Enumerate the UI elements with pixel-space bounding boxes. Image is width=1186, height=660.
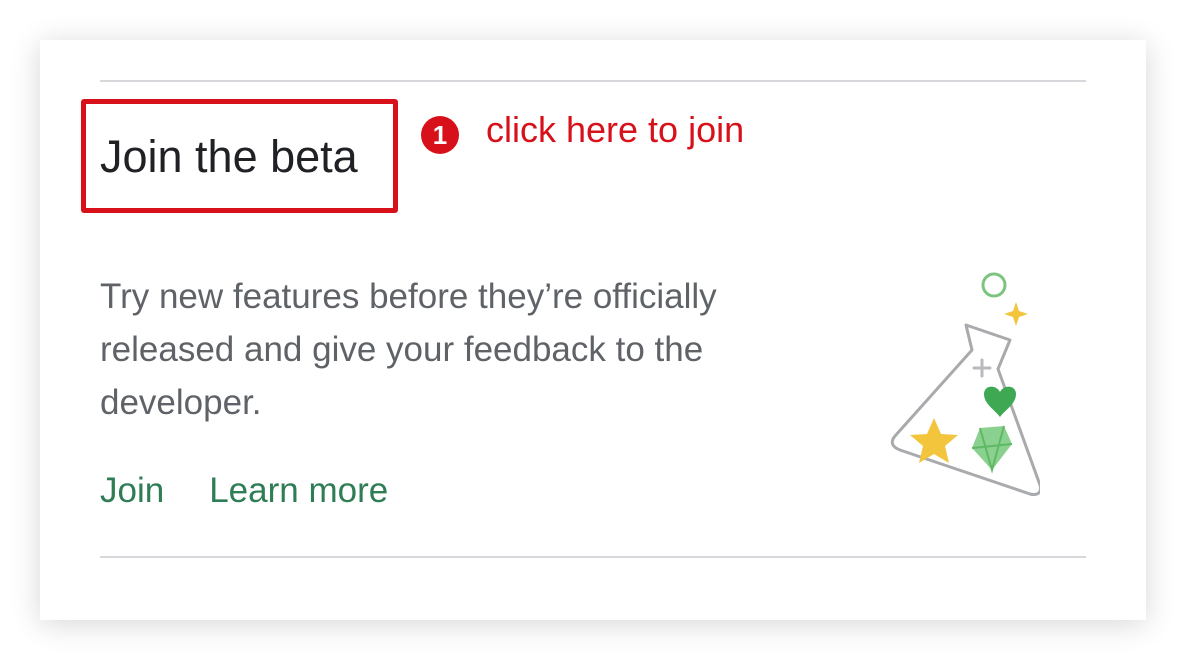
beta-actions: Join Learn more xyxy=(100,470,388,512)
join-link[interactable]: Join xyxy=(100,470,164,512)
heart-icon xyxy=(984,386,1016,417)
beta-title[interactable]: Join the beta xyxy=(100,130,358,184)
learn-more-link[interactable]: Learn more xyxy=(209,470,388,512)
beta-flask-icon xyxy=(890,272,1040,496)
plus-sparkle-icon xyxy=(972,358,992,378)
sparkle-icon xyxy=(1004,302,1028,326)
bubble-icon xyxy=(981,272,1007,298)
annotation-number-badge: 1 xyxy=(421,116,459,154)
bottom-divider xyxy=(100,556,1086,558)
flask-outline xyxy=(890,323,1040,496)
top-divider xyxy=(100,80,1086,82)
annotation-text: click here to join xyxy=(486,109,745,150)
beta-card: Join the beta 1 click here to join Try n… xyxy=(40,40,1146,620)
beta-description: Try new features before they’re official… xyxy=(100,277,717,422)
